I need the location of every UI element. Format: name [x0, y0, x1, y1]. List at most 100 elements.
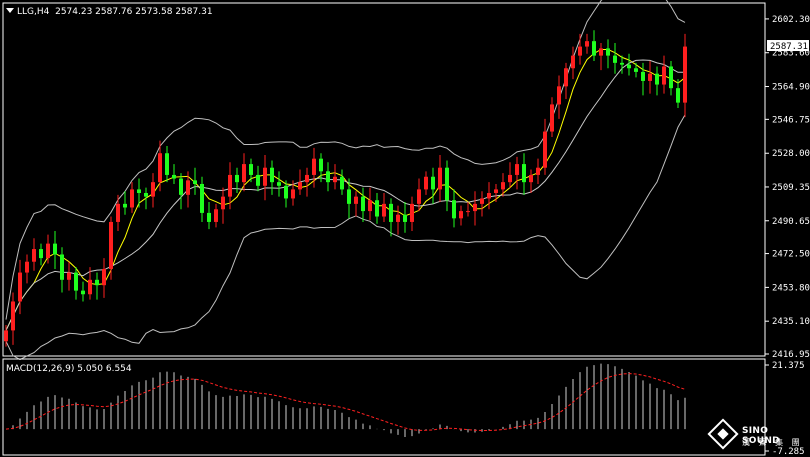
candle-body	[557, 86, 561, 105]
candle-body	[340, 176, 344, 190]
candle-body	[543, 131, 547, 168]
candle-body	[683, 46, 687, 103]
candle-body	[165, 153, 169, 175]
candle-body	[361, 196, 365, 212]
macd-signal-path	[5, 373, 686, 431]
candle-body	[452, 200, 456, 219]
price-tick-label: 2602.30	[772, 15, 810, 25]
macd-max-label: 21.375	[772, 361, 805, 371]
candle-body	[53, 243, 57, 255]
candle-body	[158, 153, 162, 183]
price-tick-label: 2490.65	[772, 217, 810, 227]
logo-subtitle: 漢 聲 集 團	[742, 438, 803, 447]
logo-diamond-icon	[707, 418, 739, 450]
candle-body	[186, 180, 190, 195]
candle-body	[130, 189, 134, 208]
candle-body	[256, 174, 260, 186]
candle-body	[207, 212, 211, 222]
sino-sound-logo: SINO SOUND 漢 聲 集 團	[707, 418, 808, 454]
dropdown-triangle-icon[interactable]	[6, 8, 14, 13]
candle-body	[4, 330, 8, 342]
candle-body	[508, 174, 512, 183]
candle-body	[529, 174, 533, 183]
candle-body	[396, 214, 400, 222]
candle-body	[431, 176, 435, 190]
price-tick-label: 2435.10	[772, 317, 810, 327]
candle-body	[333, 176, 337, 183]
chart-canvas: 2602.302583.602564.902546.752528.002509.…	[2, 0, 810, 457]
candle-body	[11, 301, 15, 331]
candle-body	[326, 171, 330, 183]
bollinger-lower-line	[5, 114, 686, 361]
moving-averages	[5, 49, 686, 331]
candle-body	[277, 182, 281, 186]
candle-body	[228, 174, 232, 197]
candle-body	[536, 167, 540, 175]
candle-body	[354, 196, 358, 204]
candle-body	[417, 189, 421, 204]
candle-body	[438, 167, 442, 190]
candle-body	[95, 279, 99, 286]
candle-body	[494, 189, 498, 194]
candle-body	[445, 167, 449, 201]
candle-body	[60, 254, 64, 280]
macd-title: MACD(12,26,9) 5.050 6.554	[6, 364, 132, 374]
candle-body	[193, 180, 197, 184]
current-price-label: 2587.31	[770, 42, 808, 52]
macd-label: MACD(12,26,9)	[6, 364, 75, 374]
candle-body	[263, 167, 267, 186]
candle-body	[270, 167, 274, 183]
candle-body	[116, 203, 120, 222]
candle-body	[564, 68, 568, 87]
candle-body	[235, 174, 239, 183]
candle-body	[585, 41, 589, 47]
candlesticks	[4, 30, 687, 347]
ohlc-readout: 2574.23 2587.76 2573.58 2587.31	[55, 7, 213, 17]
price-axis: 2602.302583.602564.902546.752528.002509.…	[765, 15, 810, 360]
candle-body	[221, 196, 225, 210]
candle-body	[319, 158, 323, 172]
macd-histogram	[12, 363, 686, 438]
candle-body	[578, 46, 582, 56]
candle-body	[284, 185, 288, 199]
candle-body	[424, 176, 428, 190]
candle-body	[144, 193, 148, 197]
candle-body	[655, 73, 659, 85]
candle-body	[39, 249, 43, 259]
ma-slow-line	[5, 59, 686, 331]
candle-body	[676, 88, 680, 103]
price-tick-label: 2528.00	[772, 149, 810, 159]
price-tick-label: 2453.80	[772, 283, 810, 293]
ma-fast-line	[5, 49, 686, 331]
candle-body	[18, 272, 22, 302]
price-tick-label: 2509.35	[772, 183, 810, 193]
candle-body	[459, 211, 463, 219]
candle-body	[347, 189, 351, 204]
candle-body	[669, 66, 673, 89]
candle-body	[200, 183, 204, 213]
candle-body	[74, 272, 78, 291]
candle-body	[312, 158, 316, 175]
candle-body	[249, 164, 253, 175]
candle-body	[25, 261, 29, 273]
candle-body	[620, 62, 624, 65]
candle-body	[480, 198, 484, 204]
macd-values: 5.050 6.554	[77, 364, 132, 374]
chart-title: LLG,H4 2574.23 2587.76 2573.58 2587.31	[6, 7, 213, 17]
price-tick-label: 2546.75	[772, 115, 810, 125]
candle-body	[515, 164, 519, 175]
candle-body	[172, 174, 176, 179]
candle-body	[242, 164, 246, 183]
candle-body	[522, 164, 526, 183]
candle-body	[214, 209, 218, 222]
candle-body	[592, 41, 596, 56]
candle-body	[305, 174, 309, 183]
candle-body	[382, 203, 386, 217]
candle-body	[137, 189, 141, 194]
candle-body	[32, 249, 36, 262]
candle-body	[606, 48, 610, 56]
candle-body	[179, 178, 183, 195]
candle-body	[81, 290, 85, 295]
price-tick-label: 2472.50	[772, 250, 810, 260]
candle-body	[641, 71, 645, 81]
